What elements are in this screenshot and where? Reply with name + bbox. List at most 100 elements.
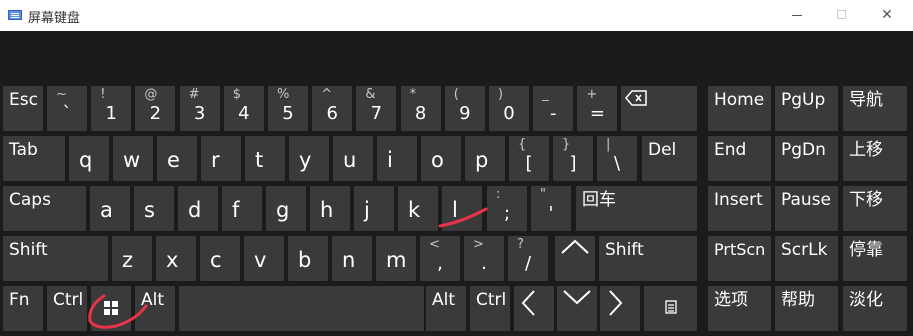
key-letter-j[interactable]: j	[354, 186, 394, 231]
key-ctrl-right[interactable]: Ctrl	[470, 286, 510, 331]
key-number-12[interactable]: + =	[577, 86, 618, 131]
maximize-button[interactable]	[822, 0, 862, 31]
key-move-down[interactable]: 下移	[843, 186, 907, 231]
shift-symbol: %	[277, 87, 290, 102]
key-symbol-r2-0[interactable]: {[	[509, 136, 549, 181]
key-ctrl-left[interactable]: Ctrl	[47, 286, 87, 331]
key-letter-d[interactable]: d	[178, 186, 218, 231]
key-number-1[interactable]: ! 1	[91, 86, 132, 131]
key-symbol-r3-0[interactable]: :;	[487, 186, 527, 231]
key-del[interactable]: Del	[642, 136, 697, 181]
key-letter-z[interactable]: z	[112, 236, 152, 281]
key-number-4[interactable]: $4	[223, 86, 264, 131]
key-letter-s[interactable]: s	[134, 186, 174, 231]
key-tab[interactable]: Tab	[3, 136, 65, 181]
minimize-button[interactable]	[777, 0, 817, 31]
key-letter-a[interactable]: a	[90, 186, 130, 231]
key-symbol-r4-0[interactable]: <,	[420, 236, 460, 281]
key-letter-l[interactable]: l	[442, 186, 482, 231]
key-up-arrow[interactable]	[555, 236, 595, 281]
key-caps[interactable]: Caps	[3, 186, 86, 231]
base-symbol: 2	[149, 103, 162, 124]
key-number-6[interactable]: ^ 6	[312, 86, 353, 131]
key-home[interactable]: Home	[708, 86, 771, 131]
key-enter[interactable]: 回车	[576, 186, 697, 231]
base-symbol: 9	[459, 103, 471, 124]
key-letter-g[interactable]: g	[266, 186, 306, 231]
key-letter-f[interactable]: f	[222, 186, 262, 231]
key-number-10[interactable]: ) 0	[489, 86, 529, 131]
key-pgdn[interactable]: PgDn	[775, 136, 838, 181]
key-alt-left[interactable]: Alt	[135, 286, 175, 331]
key-symbol-r3-1[interactable]: " '	[531, 186, 571, 231]
key-number-7[interactable]: & 7	[356, 86, 397, 131]
letter-label: p	[475, 148, 489, 172]
letter-label: k	[408, 198, 421, 222]
key-pause[interactable]: Pause	[775, 186, 838, 231]
key-number-5[interactable]: % 5	[268, 86, 308, 131]
key-prtscn[interactable]: PrtScn	[708, 236, 771, 281]
close-button[interactable]: ✕	[867, 0, 907, 31]
key-windows[interactable]	[91, 286, 131, 331]
key-left-arrow[interactable]	[514, 286, 554, 331]
key-letter-q[interactable]: q	[69, 136, 109, 181]
key-letter-w[interactable]: w	[113, 136, 153, 181]
key-letter-t[interactable]: t	[245, 136, 285, 181]
base-symbol: \	[613, 153, 621, 174]
key-space[interactable]	[179, 286, 424, 331]
base-symbol: ;	[503, 203, 511, 224]
key-letter-n[interactable]: n	[332, 236, 372, 281]
key-symbol-r4-1[interactable]: >.	[464, 236, 504, 281]
key-letter-b[interactable]: b	[288, 236, 328, 281]
base-symbol: 0	[503, 103, 515, 124]
key-symbol-r2-1[interactable]: }]	[553, 136, 593, 181]
key-move-up[interactable]: 上移	[843, 136, 907, 181]
key-menu[interactable]	[644, 286, 697, 331]
key-insert[interactable]: Insert	[708, 186, 771, 231]
shift-symbol: &	[365, 87, 376, 102]
key-down-arrow[interactable]	[557, 286, 597, 331]
shift-symbol: (	[453, 87, 459, 102]
key-pgup[interactable]: PgUp	[775, 86, 838, 131]
key-number-2[interactable]: @2	[135, 86, 176, 131]
letter-label: q	[79, 148, 93, 172]
key-nav[interactable]: 导航	[843, 86, 907, 131]
key-help[interactable]: 帮助	[775, 286, 838, 331]
key-end[interactable]: End	[708, 136, 771, 181]
key-number-8[interactable]: * 8	[400, 86, 441, 131]
key-letter-k[interactable]: k	[398, 186, 438, 231]
key-letter-c[interactable]: c	[200, 236, 240, 281]
base-symbol: `	[62, 103, 72, 124]
key-number-3[interactable]: #3	[179, 86, 220, 131]
key-letter-r[interactable]: r	[201, 136, 241, 181]
letter-label: s	[144, 198, 155, 222]
key-number-0[interactable]: ~ `	[47, 86, 87, 131]
key-letter-u[interactable]: u	[333, 136, 373, 181]
key-fade[interactable]: 淡化	[843, 286, 907, 331]
key-shift-left[interactable]: Shift	[3, 236, 108, 281]
base-symbol: 1	[105, 103, 117, 124]
key-backspace[interactable]	[621, 86, 697, 131]
key-esc[interactable]: Esc	[3, 86, 43, 131]
key-letter-v[interactable]: v	[244, 236, 284, 281]
key-number-11[interactable]: _ -	[533, 86, 574, 131]
key-right-arrow[interactable]	[600, 286, 640, 331]
key-symbol-r4-2[interactable]: ? /	[508, 236, 548, 281]
key-scrlk[interactable]: ScrLk	[775, 236, 838, 281]
key-letter-p[interactable]: p	[465, 136, 505, 181]
key-letter-y[interactable]: y	[289, 136, 329, 181]
key-letter-h[interactable]: h	[310, 186, 350, 231]
key-letter-x[interactable]: x	[156, 236, 196, 281]
key-letter-e[interactable]: e	[157, 136, 197, 181]
key-dock[interactable]: 停靠	[843, 236, 907, 281]
base-symbol: ]	[569, 153, 577, 174]
key-letter-m[interactable]: m	[376, 236, 416, 281]
key-shift-right[interactable]: Shift	[599, 236, 697, 281]
key-number-9[interactable]: (9	[444, 86, 485, 131]
key-alt-right[interactable]: Alt	[426, 286, 466, 331]
key-symbol-r2-2[interactable]: | \	[597, 136, 637, 181]
key-letter-i[interactable]: i	[377, 136, 417, 181]
key-options[interactable]: 选项	[708, 286, 771, 331]
key-fn[interactable]: Fn	[3, 286, 43, 331]
key-letter-o[interactable]: o	[421, 136, 461, 181]
